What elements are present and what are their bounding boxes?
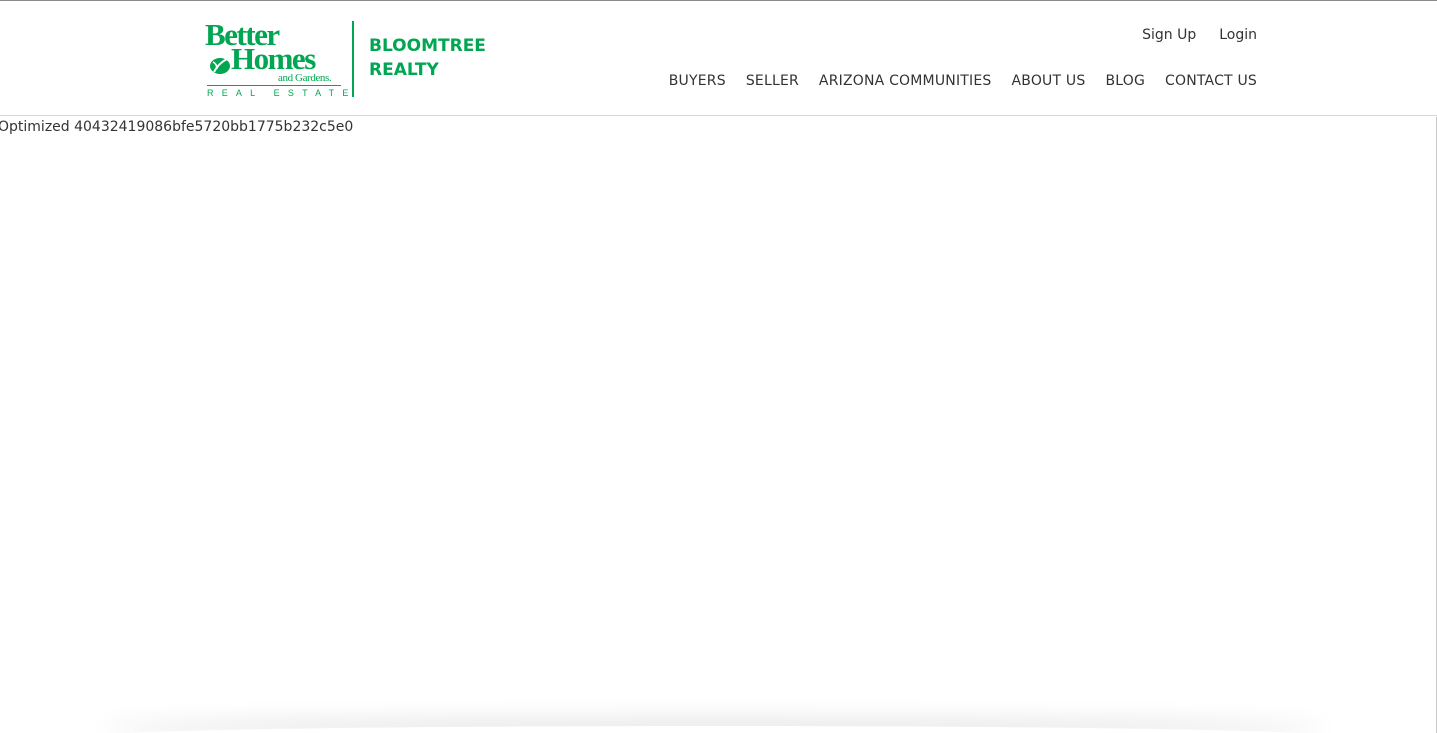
main-nav: BUYERS SELLER ARIZONA COMMUNITIES ABOUT … (669, 73, 1257, 89)
brand-name-line2: REALTY (369, 60, 439, 80)
main-content: Optimized 40432419086bfe5720bb1775b232c5… (0, 117, 1437, 733)
brand-name: BLOOMTREE REALTY (369, 19, 486, 97)
brand-name-line1: BLOOMTREE (369, 36, 486, 56)
logo-tagline: REAL ESTATE (207, 88, 357, 98)
login-link[interactable]: Login (1219, 27, 1257, 43)
nav-item-seller[interactable]: SELLER (746, 73, 799, 89)
leaf-icon (210, 58, 230, 74)
bhg-logo: Better Homes and Gardens. REAL ESTATE (205, 17, 348, 98)
page: Better Homes and Gardens. REAL ESTATE BL… (0, 0, 1437, 733)
signup-link[interactable]: Sign Up (1142, 27, 1196, 43)
site-header: Better Homes and Gardens. REAL ESTATE BL… (0, 1, 1437, 116)
nav-item-arizona-communities[interactable]: ARIZONA COMMUNITIES (819, 73, 992, 89)
logo-line-gardens: and Gardens. (278, 72, 332, 84)
nav-item-about-us[interactable]: ABOUT US (1011, 73, 1085, 89)
nav-item-contact-us[interactable]: CONTACT US (1165, 73, 1257, 89)
placeholder-text: Optimized 40432419086bfe5720bb1775b232c5… (0, 119, 354, 135)
account-links: Sign Up Login (1142, 27, 1257, 43)
site-logo[interactable]: Better Homes and Gardens. REAL ESTATE BL… (205, 17, 486, 98)
nav-item-buyers[interactable]: BUYERS (669, 73, 726, 89)
logo-rule (207, 85, 341, 86)
bottom-shadow (100, 726, 1326, 733)
logo-divider (352, 21, 354, 97)
nav-item-blog[interactable]: BLOG (1105, 73, 1145, 89)
